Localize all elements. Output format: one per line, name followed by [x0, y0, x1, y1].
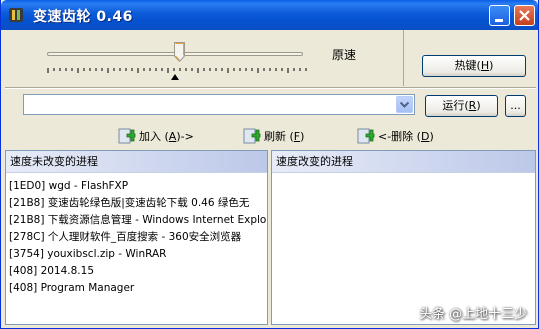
divider [5, 87, 536, 89]
list-item[interactable]: [21B8] 变速齿轮绿色版|变速齿轮下载 0.46 绿色无 [9, 195, 267, 212]
list-item[interactable]: [408] 2014.8.15 [9, 263, 267, 280]
add-suffix: -> [180, 130, 194, 143]
delete-icon [357, 128, 375, 144]
refresh-action[interactable]: 刷新 (F) [243, 128, 307, 146]
list-item[interactable]: [1ED0] wgd - FlashFXP [9, 178, 267, 195]
delete-label: <-删除 ( [378, 130, 421, 143]
list-item[interactable]: [3754] youxibscl.zip - WinRAR [9, 246, 267, 263]
process-combo[interactable] [23, 94, 415, 115]
unchanged-list-header: 速度未改变的进程 [6, 151, 267, 173]
dropdown-button[interactable] [396, 96, 413, 113]
gear-icon [7, 6, 25, 24]
speed-label: 原速 [332, 48, 357, 62]
changed-list-body[interactable] [272, 173, 535, 323]
add-key: A [168, 130, 177, 143]
speed-slider-thumb[interactable] [174, 42, 186, 62]
run-button[interactable]: 运行(R) [425, 95, 498, 117]
add-label: 加入 [139, 130, 165, 143]
run-label: 运行( [442, 99, 469, 112]
unchanged-process-list[interactable]: 速度未改变的进程 [1ED0] wgd - FlashFXP [21B8] 变速齿… [5, 150, 268, 325]
list-item[interactable]: [408] Program Manager [9, 280, 267, 297]
refresh-label: 刷新 ( [264, 130, 294, 143]
hotkey-key: H [480, 59, 490, 72]
minimize-button[interactable] [489, 5, 510, 26]
close-button[interactable] [514, 5, 535, 26]
refresh-suffix: ) [300, 130, 305, 143]
app-window: 变速齿轮 0.46 原速 热键(H) 运行(R) ... 加入 (A)-> 刷新… [0, 0, 539, 329]
unchanged-list-body[interactable]: [1ED0] wgd - FlashFXP [21B8] 变速齿轮绿色版|变速齿轮… [6, 173, 267, 323]
list-item[interactable]: [278C] 个人理财软件_百度搜索 - 360安全浏览器 [9, 229, 267, 246]
list-item[interactable]: [21B8] 下载资源信息管理 - Windows Internet Explo… [9, 212, 267, 229]
add-icon [118, 128, 136, 144]
changed-process-list[interactable]: 速度改变的进程 [271, 150, 536, 325]
hotkey-button[interactable]: 热键(H) [422, 55, 526, 77]
run-suffix: ) [476, 99, 481, 112]
browse-button[interactable]: ... [505, 95, 526, 117]
minimize-icon [495, 19, 503, 22]
add-process-action[interactable]: 加入 (A)-> [118, 128, 198, 146]
window-title: 变速齿轮 0.46 [33, 9, 133, 25]
normal-speed-marker [171, 74, 179, 80]
watermark: 头条 @上地十三少 [419, 307, 528, 322]
speed-panel: 原速 [5, 30, 404, 86]
delete-process-action[interactable]: <-删除 (D) [357, 128, 437, 146]
close-icon [519, 10, 530, 21]
changed-list-header: 速度改变的进程 [272, 151, 535, 173]
chevron-down-icon [400, 102, 409, 108]
refresh-icon [243, 128, 261, 144]
title-bar[interactable]: 变速齿轮 0.46 [1, 0, 538, 30]
hotkey-suffix: ) [489, 59, 494, 72]
delete-suffix: ) [429, 130, 434, 143]
hotkey-label: 热键( [454, 59, 481, 72]
